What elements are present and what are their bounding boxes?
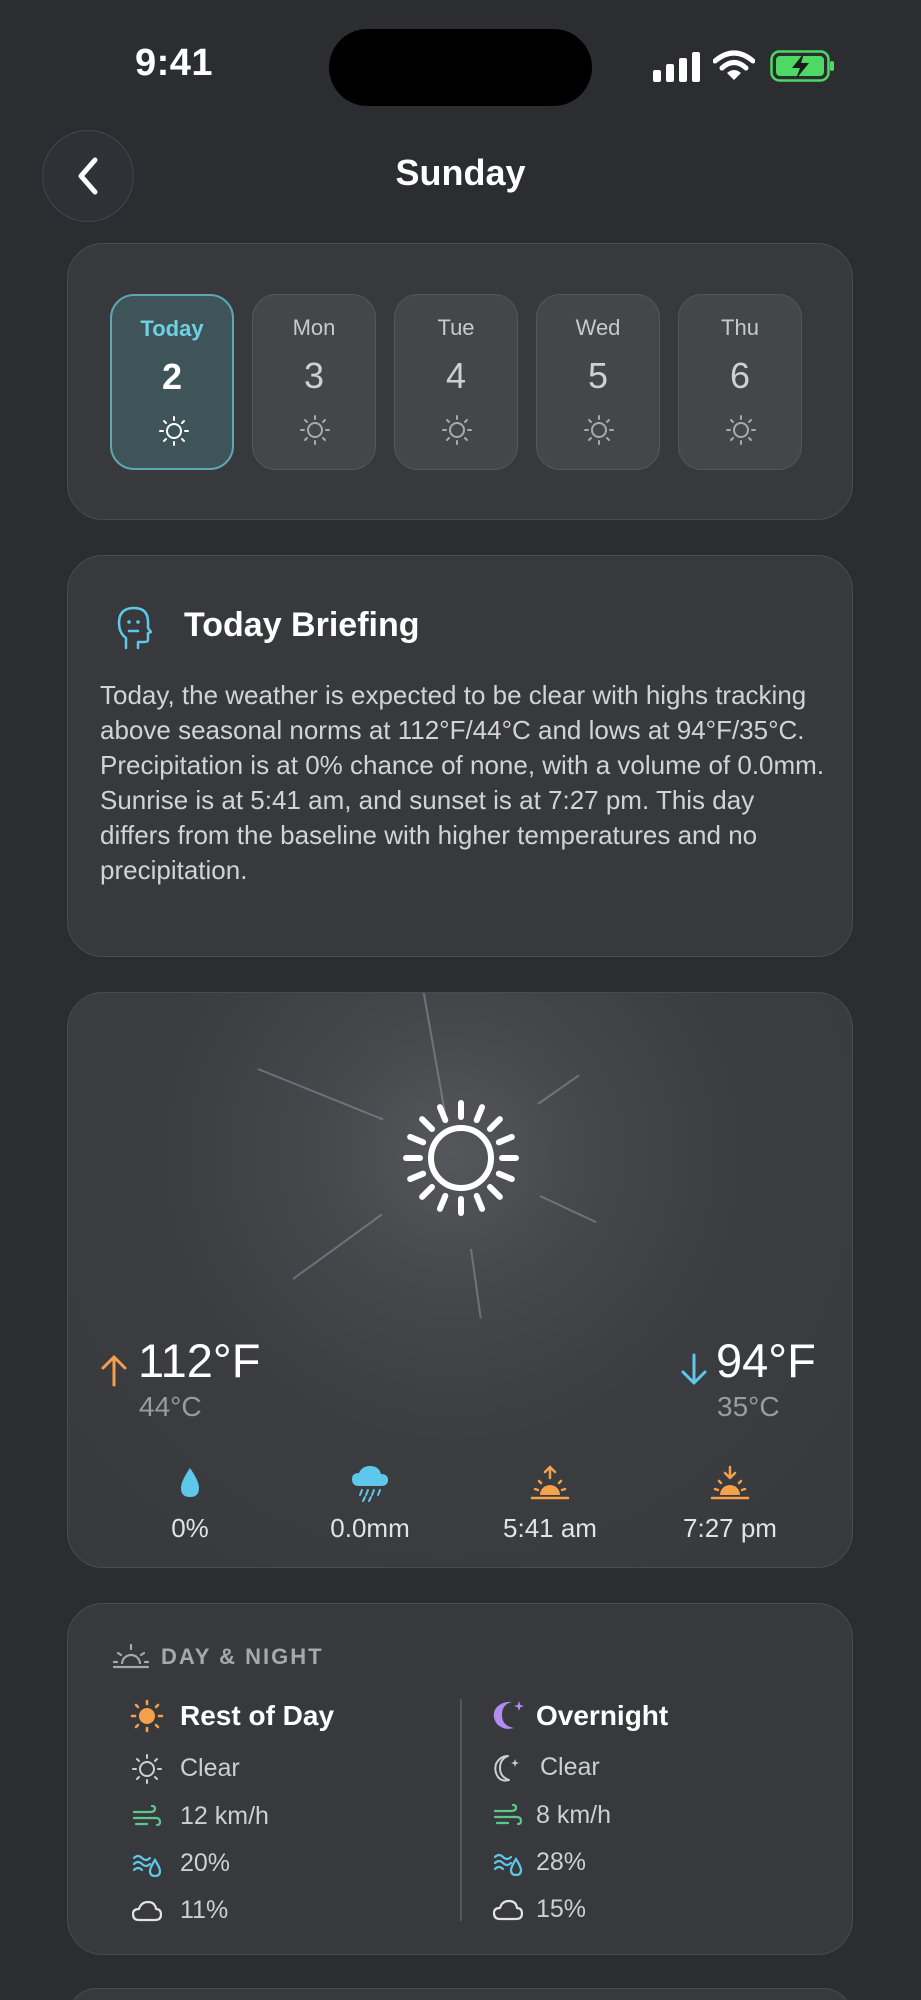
sun-ray	[436, 1192, 449, 1212]
light-ray	[257, 1068, 384, 1121]
sunset-value: 7:27 pm	[683, 1513, 777, 1543]
overnight-heading: Overnight	[536, 1700, 669, 1731]
night-humidity: 28%	[536, 1848, 587, 1876]
day-night-title: DAY & NIGHT	[161, 1644, 324, 1669]
sun-icon	[403, 1100, 519, 1216]
briefing-text: Today, the weather is expected to be cle…	[100, 680, 825, 885]
briefing-card: Today Briefing Today, the weather is exp…	[67, 555, 853, 957]
sun-icon	[159, 416, 189, 446]
rest-of-day-heading: Rest of Day	[180, 1700, 335, 1731]
rain-cloud-icon	[352, 1466, 388, 1502]
day-number: 5	[587, 355, 609, 396]
moon-outline-icon	[494, 1755, 519, 1782]
precip-volume-value: 0.0mm	[330, 1513, 410, 1543]
night-cloud-cover: 15%	[536, 1895, 587, 1923]
sun-icon	[130, 1699, 164, 1733]
day-number: 6	[729, 355, 751, 396]
high-temp-c: 44°C	[139, 1391, 202, 1422]
sunset-icon	[710, 1465, 750, 1500]
sun-icon	[584, 415, 614, 445]
sun-icon	[442, 415, 472, 445]
night-wind: 8 km/h	[536, 1801, 612, 1829]
light-ray	[537, 1074, 580, 1105]
arrow-up-icon	[101, 1355, 127, 1387]
sun-ray	[495, 1170, 515, 1183]
day-pill-wed[interactable]: Wed 5	[536, 294, 660, 470]
day-number: 3	[303, 355, 325, 396]
arrow-down-icon	[681, 1353, 707, 1385]
day-humidity: 20%	[180, 1849, 231, 1877]
cloud-icon	[132, 1900, 162, 1922]
sunrise-value: 5:41 am	[503, 1513, 597, 1543]
day-night-card: DAY & NIGHT Rest of Day Clear 12 km/h 20…	[67, 1603, 853, 1955]
sun-ray	[486, 1116, 503, 1133]
moon-icon	[493, 1701, 524, 1729]
humidity-icon	[132, 1854, 162, 1878]
precip-chance-value: 0%	[171, 1513, 209, 1543]
precip-volume-stat: 0.0mm	[290, 1463, 450, 1544]
sun-ray	[419, 1183, 436, 1200]
dynamic-island	[329, 29, 592, 106]
light-ray	[539, 1195, 597, 1224]
sun-ray	[473, 1104, 486, 1124]
briefing-title: Today Briefing	[184, 606, 420, 644]
column-divider	[460, 1699, 462, 1921]
wind-icon	[132, 1805, 162, 1827]
day-name: Today	[140, 316, 204, 341]
day-pill-thu[interactable]: Thu 6	[678, 294, 802, 470]
sunrise-stat: 5:41 am	[470, 1463, 630, 1544]
sun-ray	[473, 1192, 486, 1212]
day-cloud-cover: 11%	[180, 1896, 229, 1924]
sunset-stat: 7:27 pm	[650, 1463, 810, 1544]
low-temp-c: 35°C	[717, 1391, 780, 1422]
precip-chance-stat: 0%	[110, 1463, 270, 1544]
sunrise-icon	[530, 1465, 570, 1500]
day-name: Thu	[721, 315, 759, 340]
day-name: Mon	[292, 315, 336, 340]
day-number: 4	[445, 355, 467, 396]
droplet-icon	[181, 1468, 199, 1497]
day-pill-mon[interactable]: Mon 3	[252, 294, 376, 470]
signal-icon	[653, 52, 700, 82]
wind-icon	[493, 1804, 523, 1826]
page-title: Sunday	[395, 152, 526, 193]
next-card	[67, 1988, 853, 2000]
day-wind: 12 km/h	[180, 1802, 269, 1830]
battery-charging-icon	[770, 50, 834, 82]
low-temp-f: 94°F	[716, 1334, 816, 1387]
humidity-icon	[493, 1853, 523, 1877]
day-pill-today[interactable]: Today 2	[110, 294, 234, 470]
sun-ray	[436, 1104, 449, 1124]
status-time: 9:41	[135, 42, 214, 84]
sun-ray	[407, 1133, 427, 1146]
sun-horizon-icon	[112, 1643, 150, 1669]
high-temp-f: 112°F	[138, 1334, 261, 1387]
wifi-icon	[713, 50, 755, 80]
day-name: Tue	[437, 315, 475, 340]
light-ray	[292, 1213, 383, 1280]
day-number: 2	[161, 356, 183, 397]
day-selector-card: Today 2 Mon 3 Tue 4 Wed 5 Thu 6	[67, 243, 853, 520]
light-ray	[470, 1248, 482, 1319]
sun-icon	[726, 415, 756, 445]
day-condition: Clear	[180, 1754, 240, 1782]
sun-icon	[300, 415, 330, 445]
day-name: Wed	[575, 315, 621, 340]
night-condition: Clear	[540, 1753, 600, 1781]
cloud-icon	[493, 1899, 523, 1921]
sun-ray	[486, 1183, 503, 1200]
sun-ray	[407, 1170, 427, 1183]
ai-head-icon	[117, 606, 152, 650]
sun-ray	[495, 1133, 515, 1146]
sun-ray	[419, 1116, 436, 1133]
day-pill-tue[interactable]: Tue 4	[394, 294, 518, 470]
sun-outline-icon	[132, 1754, 162, 1784]
weather-summary-card: 112°F 44°C 94°F 35°C 0% 0.0mm 5:41 am 7:…	[67, 992, 853, 1568]
